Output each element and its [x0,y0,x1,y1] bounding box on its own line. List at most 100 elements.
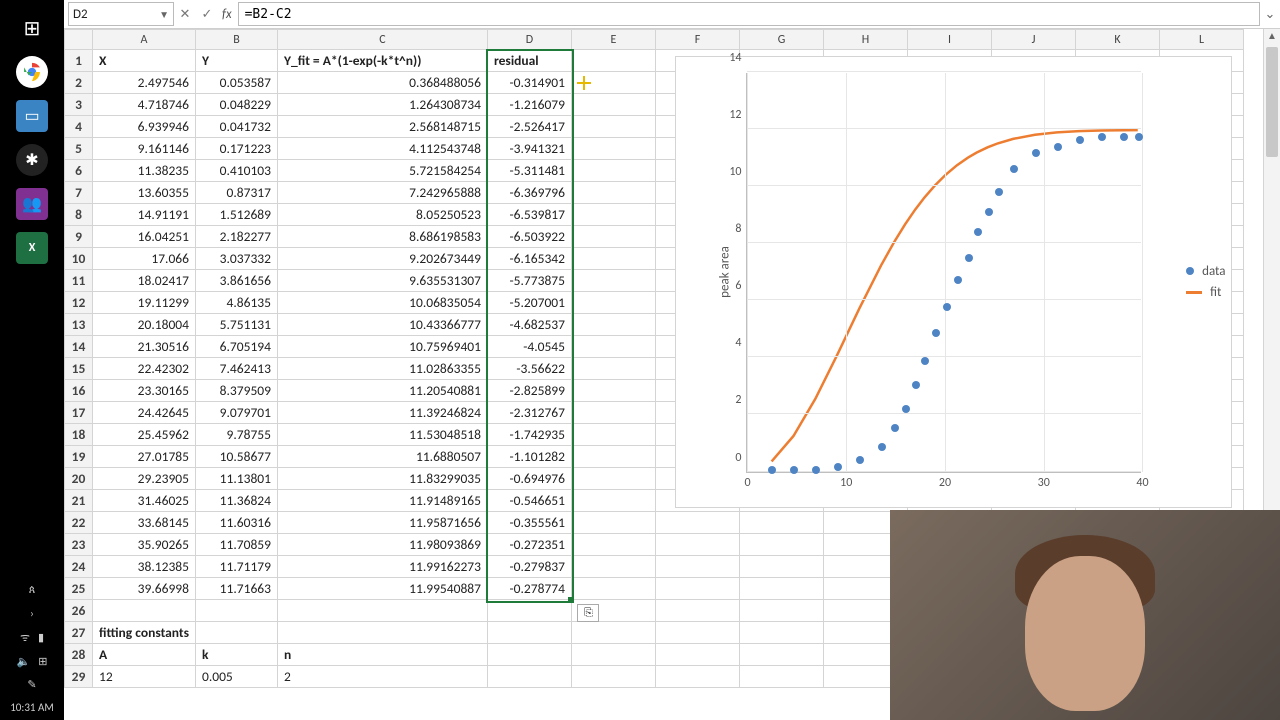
cell-B6[interactable]: 0.410103 [195,160,277,182]
cell-F27[interactable] [655,622,739,644]
cell-A10[interactable]: 17.066 [93,248,196,270]
cell-F29[interactable] [655,666,739,688]
cell-D9[interactable]: -6.503922 [487,226,571,248]
dropbox-icon[interactable]: ⊞ [38,655,47,668]
cell-B27[interactable] [195,622,277,644]
cell-E1[interactable] [571,50,655,72]
cell-C28[interactable]: n [277,644,487,666]
cell-F26[interactable] [655,600,739,622]
cell-A18[interactable]: 25.45962 [93,424,196,446]
cell-E28[interactable] [571,644,655,666]
cell-D28[interactable] [487,644,571,666]
row-header[interactable]: 3 [65,94,93,116]
row-header[interactable]: 25 [65,578,93,600]
cell-D25[interactable]: -0.278774 [487,578,571,600]
cell-D14[interactable]: -4.0545 [487,336,571,358]
cell-F23[interactable] [655,534,739,556]
cell-G27[interactable] [739,622,823,644]
fill-handle[interactable] [568,597,574,603]
cell-A22[interactable]: 33.68145 [93,512,196,534]
cell-B25[interactable]: 11.71663 [195,578,277,600]
cell-C29[interactable]: 2 [277,666,487,688]
row-header[interactable]: 24 [65,556,93,578]
cell-A17[interactable]: 24.42645 [93,402,196,424]
slack-icon[interactable]: ✱ [16,144,48,176]
cell-E23[interactable] [571,534,655,556]
cell-B18[interactable]: 9.78755 [195,424,277,446]
cell-G22[interactable] [739,512,823,534]
cell-B1[interactable]: Y [195,50,277,72]
formula-input[interactable] [238,2,1260,26]
select-all-corner[interactable] [65,30,93,50]
name-box[interactable]: D2 ▼ [68,2,174,26]
cell-B23[interactable]: 11.70859 [195,534,277,556]
row-header[interactable]: 28 [65,644,93,666]
cell-E7[interactable] [571,182,655,204]
cell-A15[interactable]: 22.42302 [93,358,196,380]
cell-F24[interactable] [655,556,739,578]
cell-A19[interactable]: 27.01785 [93,446,196,468]
cell-D26[interactable] [487,600,571,622]
column-header-K[interactable]: K [1075,30,1159,50]
column-header-B[interactable]: B [195,30,277,50]
cell-B21[interactable]: 11.36824 [195,490,277,512]
cell-G28[interactable] [739,644,823,666]
cell-G26[interactable] [739,600,823,622]
cell-B13[interactable]: 5.751131 [195,314,277,336]
cell-D21[interactable]: -0.546651 [487,490,571,512]
cell-A12[interactable]: 19.11299 [93,292,196,314]
cell-E20[interactable] [571,468,655,490]
row-header[interactable]: 26 [65,600,93,622]
expand-formula-icon[interactable]: ⌄ [1262,7,1278,22]
cell-C1[interactable]: Y_fit = A*(1-exp(-k*t^n)) [277,50,487,72]
cell-B5[interactable]: 0.171223 [195,138,277,160]
clock[interactable]: 10:31 AM [10,701,54,714]
cell-D15[interactable]: -3.56622 [487,358,571,380]
cell-G23[interactable] [739,534,823,556]
cell-B26[interactable] [195,600,277,622]
column-header-E[interactable]: E [571,30,655,50]
cell-C11[interactable]: 9.635531307 [277,270,487,292]
cell-E6[interactable] [571,160,655,182]
cell-D17[interactable]: -2.312767 [487,402,571,424]
cell-C24[interactable]: 11.99162273 [277,556,487,578]
row-header[interactable]: 4 [65,116,93,138]
row-header[interactable]: 20 [65,468,93,490]
fx-icon[interactable]: fx [222,7,232,22]
cell-A13[interactable]: 20.18004 [93,314,196,336]
cell-A16[interactable]: 23.30165 [93,380,196,402]
chrome-icon[interactable] [16,56,48,88]
cell-A7[interactable]: 13.60355 [93,182,196,204]
cell-C5[interactable]: 4.112543748 [277,138,487,160]
cell-D19[interactable]: -1.101282 [487,446,571,468]
cell-C2[interactable]: 0.368488056 [277,72,487,94]
cell-A27[interactable]: fitting constants [93,622,196,644]
cell-D8[interactable]: -6.539817 [487,204,571,226]
cell-G25[interactable] [739,578,823,600]
cell-E8[interactable] [571,204,655,226]
column-header-F[interactable]: F [655,30,739,50]
cell-A9[interactable]: 16.04251 [93,226,196,248]
cell-D2[interactable]: -0.314901 [487,72,571,94]
row-header[interactable]: 7 [65,182,93,204]
cell-G29[interactable] [739,666,823,688]
cell-F22[interactable] [655,512,739,534]
cell-B19[interactable]: 10.58677 [195,446,277,468]
cell-E13[interactable] [571,314,655,336]
cell-E4[interactable] [571,116,655,138]
row-header[interactable]: 5 [65,138,93,160]
row-header[interactable]: 15 [65,358,93,380]
column-header-D[interactable]: D [487,30,571,50]
cell-E27[interactable] [571,622,655,644]
column-header-L[interactable]: L [1159,30,1243,50]
chevron-down-icon[interactable]: ▼ [159,8,169,21]
cell-E25[interactable] [571,578,655,600]
cell-E9[interactable] [571,226,655,248]
row-header[interactable]: 14 [65,336,93,358]
scroll-thumb[interactable] [1266,47,1278,157]
files-icon[interactable]: ▭ [16,100,48,132]
wifi-icon[interactable]: ᯤ [20,630,30,645]
cell-A29[interactable]: 12 [93,666,196,688]
cell-D4[interactable]: -2.526417 [487,116,571,138]
cell-B9[interactable]: 2.182277 [195,226,277,248]
